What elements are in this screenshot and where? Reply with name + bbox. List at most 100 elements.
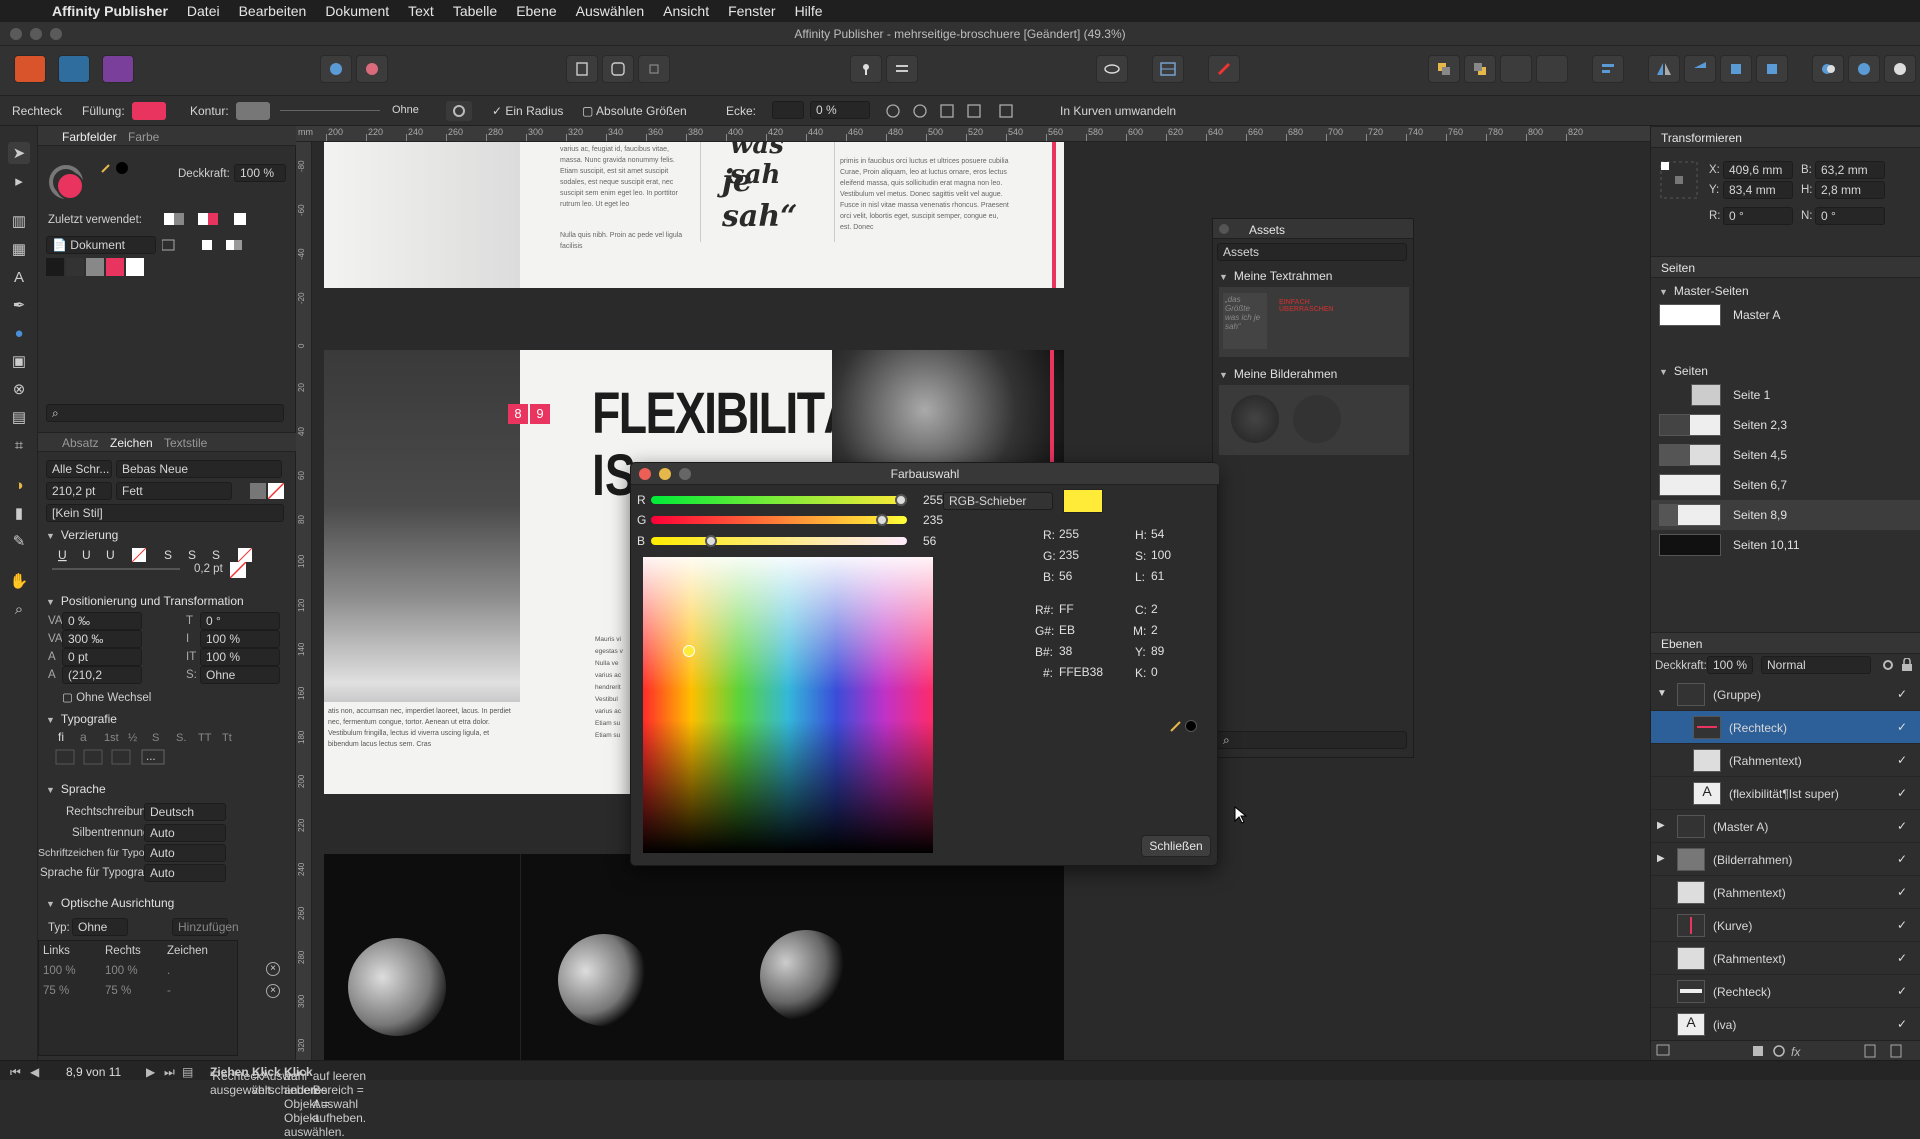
preflight-icon[interactable] (566, 55, 598, 83)
font-family-select[interactable]: Bebas Neue (116, 460, 282, 478)
pin-icon[interactable] (850, 55, 882, 83)
table-icon[interactable] (1152, 55, 1184, 83)
ruler-horizontal[interactable]: mm 200 220 240 260 280 300 320 340 360 380 400 420 4… (296, 126, 1650, 142)
green-slider[interactable] (651, 514, 907, 526)
hsl-h-field[interactable]: 54 (1151, 525, 1211, 543)
page-spread-moon[interactable] (324, 854, 1064, 1060)
layer-row[interactable]: (Kurve) ✓ (1651, 909, 1920, 942)
hand-tool-icon[interactable]: ✋ (8, 570, 30, 592)
boolean-intersect-icon[interactable] (1884, 55, 1916, 83)
picked-color-well[interactable] (1185, 720, 1197, 732)
blend-mode-select[interactable]: Normal (1761, 656, 1871, 674)
typo-language-select[interactable]: Auto (144, 864, 226, 882)
asset-image-thumbnails[interactable] (1219, 385, 1409, 455)
next-page-icon[interactable]: ▶ (146, 1065, 155, 1079)
hsl-s-field[interactable]: 100 (1151, 546, 1211, 564)
align-icon[interactable] (1592, 55, 1624, 83)
decoration-weight-slider[interactable] (52, 568, 180, 570)
boolean-subtract-icon[interactable] (1848, 55, 1880, 83)
layer-row[interactable]: ▼ (Gruppe) ✓ (1651, 678, 1920, 711)
table-tool-icon[interactable]: ▦ (8, 238, 30, 260)
recent-colors[interactable] (164, 212, 284, 226)
typography-more-button[interactable]: ... (146, 751, 156, 763)
width-field[interactable]: 63,2 mm (1815, 161, 1885, 179)
layer-row[interactable]: ▶ (Bilderrahmen) ✓ (1651, 843, 1920, 876)
corner-type-select[interactable] (772, 101, 804, 119)
close-panel-icon[interactable] (1219, 224, 1229, 234)
menu-auswaehlen[interactable]: Auswählen (576, 3, 645, 19)
visibility-check[interactable]: ✓ (1897, 720, 1911, 734)
leading-field[interactable]: 300 ‰ (62, 630, 142, 648)
page-item[interactable]: Seiten 6,7 (1651, 470, 1920, 500)
font-collection-select[interactable]: Alle Schr... (46, 460, 112, 478)
font-size-field[interactable]: 210,2 pt (46, 482, 112, 500)
hex-field[interactable]: FFEB38 (1059, 663, 1119, 681)
hsl-l-field[interactable]: 61 (1151, 567, 1211, 585)
place-image-tool-icon[interactable]: ▤ (8, 406, 30, 428)
convert-to-curves-button[interactable]: In Kurven umwandeln (1060, 104, 1176, 118)
section-positioning[interactable]: Positionierung und Transformation (46, 594, 244, 608)
skew-field[interactable]: 0 ° (200, 612, 280, 630)
page-spread-top[interactable]: varius ac, feugiat id, faucibus vitae, m… (520, 142, 834, 288)
cmyk-y-field[interactable]: 89 (1151, 642, 1211, 660)
pages-panel-header[interactable]: Seiten (1651, 256, 1920, 278)
baseline-field[interactable]: 0 pt (62, 648, 142, 666)
snapping-icon[interactable] (1208, 55, 1240, 83)
y-field[interactable]: 83,4 mm (1723, 181, 1793, 199)
layer-opacity-field[interactable]: 100 % (1707, 656, 1753, 674)
rotate-right-icon[interactable] (1756, 55, 1788, 83)
page-number-right[interactable]: 9 (530, 404, 550, 424)
visibility-check[interactable]: ✓ (1897, 918, 1911, 932)
shear-field[interactable]: 0 ° (1815, 207, 1885, 225)
fill-swatch[interactable] (132, 102, 166, 120)
hscale-field[interactable]: 100 % (200, 648, 280, 666)
document-swatches[interactable] (46, 258, 166, 276)
master-pages-section[interactable]: Master-Seiten (1659, 284, 1749, 298)
ellipse-frame-tool-icon[interactable]: ⊗ (8, 378, 30, 400)
photo-persona-icon[interactable] (102, 55, 134, 83)
menu-fenster[interactable]: Fenster (728, 3, 775, 19)
layer-row[interactable]: (Rechteck) ✓ (1651, 975, 1920, 1008)
table-row[interactable]: 75 % (43, 985, 69, 997)
black-swatch[interactable] (116, 162, 128, 174)
slider-knob[interactable] (875, 514, 888, 526)
close-button[interactable]: Schließen (1141, 835, 1211, 857)
menu-datei[interactable]: Datei (187, 3, 220, 19)
layer-row-selected[interactable]: (Rechteck) ✓ (1651, 711, 1920, 744)
visibility-check[interactable]: ✓ (1897, 786, 1911, 800)
publisher-persona-icon[interactable] (14, 55, 46, 83)
visibility-check[interactable]: ✓ (1897, 951, 1911, 965)
assistant-icon[interactable] (356, 55, 388, 83)
visibility-check[interactable]: ✓ (1897, 753, 1911, 767)
lock-icon[interactable] (1901, 658, 1913, 672)
decoration-buttons[interactable]: UUUSSS (52, 546, 284, 564)
layer-row[interactable]: A (iva) ✓ (1651, 1008, 1920, 1041)
character-style-select[interactable]: [Kein Stil] (46, 504, 284, 522)
transparency-tool-icon[interactable]: ▮ (8, 502, 30, 524)
tab-text-styles[interactable]: Textstile (164, 436, 207, 450)
section-typography[interactable]: Typografie (46, 712, 117, 726)
vscale-field[interactable]: 100 % (200, 630, 280, 648)
menu-dokument[interactable]: Dokument (325, 3, 389, 19)
table-row[interactable]: 100 % (105, 965, 138, 977)
first-page-icon[interactable]: ⏮ (10, 1065, 21, 1080)
slider-knob[interactable] (704, 535, 717, 547)
palette-options-icons[interactable] (162, 238, 282, 252)
crop-tool-icon[interactable]: ⌗ (8, 434, 30, 456)
red-slider[interactable] (651, 494, 907, 506)
no-change-check[interactable]: ▢ Ohne Wechsel (62, 690, 151, 704)
shape-tool-icon[interactable]: ● (8, 322, 30, 344)
tracking-field[interactable]: 0 ‰ (62, 612, 142, 630)
page-item[interactable]: Seite 1 (1651, 380, 1920, 410)
layer-row[interactable]: (Rahmentext) ✓ (1651, 942, 1920, 975)
flip-vertical-icon[interactable] (1684, 55, 1716, 83)
rgb-g-field[interactable]: 235 (1059, 546, 1119, 564)
menu-ansicht[interactable]: Ansicht (663, 3, 709, 19)
menu-app[interactable]: Affinity Publisher (52, 3, 168, 19)
layer-row[interactable]: ▶ (Master A) ✓ (1651, 810, 1920, 843)
color-spectrum[interactable] (643, 557, 933, 853)
page-text-left[interactable]: atis non, accumsan nec, imperdiet laoree… (324, 702, 520, 794)
view-mode-icon[interactable] (602, 55, 634, 83)
rgb-r-field[interactable]: 255 (1059, 525, 1119, 543)
anchor-point-icon[interactable] (1659, 160, 1699, 200)
